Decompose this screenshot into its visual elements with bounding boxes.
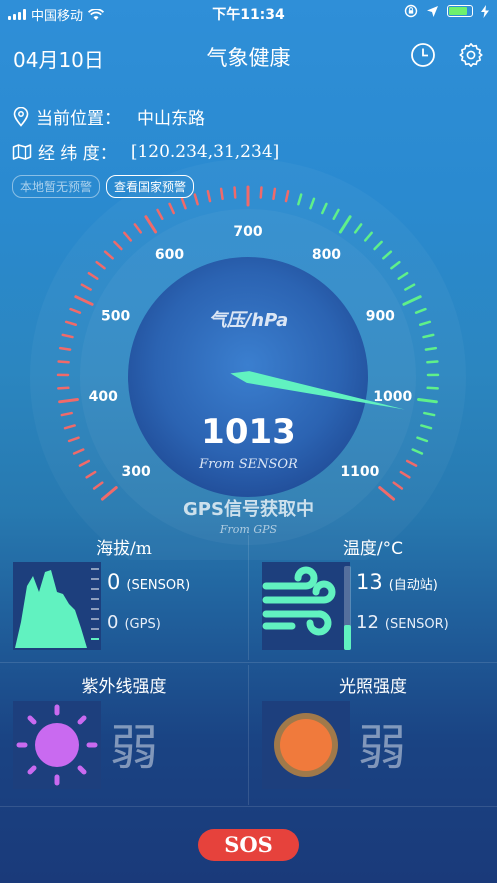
light-orb-icon — [274, 713, 338, 777]
location-label: 当前位置： — [36, 109, 121, 129]
national-warning-button[interactable]: 查看国家预警 — [106, 175, 195, 198]
gauge-tick — [259, 186, 263, 199]
gauge-tick — [57, 360, 70, 364]
history-clock-icon[interactable] — [410, 42, 436, 68]
coordinates-value: [120.234,31,234] — [130, 141, 280, 162]
status-bar: 中国移动 下午11:34 — [0, 0, 497, 26]
altitude-ticks — [91, 568, 101, 648]
light-icon-box — [262, 701, 350, 789]
divider-bottom-h — [0, 806, 497, 807]
temperature-station-label: (自动站) — [388, 578, 438, 593]
charging-icon — [481, 4, 489, 18]
light-title: 光照强度 — [339, 677, 407, 697]
altitude-gps-value: 0 — [107, 612, 119, 633]
rotation-lock-icon — [404, 4, 418, 18]
location-value: 中山东路 — [137, 109, 205, 129]
mountain-icon — [15, 570, 87, 648]
gauge-tick-label: 700 — [233, 224, 262, 240]
gauge-tick — [219, 187, 224, 201]
gauge-tick-label: 1000 — [373, 389, 412, 405]
temperature-sensor-reading: 12 (SENSOR) — [356, 612, 449, 633]
gauge-value: 1013 — [201, 412, 296, 452]
wind-icon — [262, 566, 336, 636]
sun-icon — [16, 704, 98, 786]
altitude-gps-reading: 0 (GPS) — [107, 612, 161, 633]
gauge-tick — [426, 386, 439, 390]
altitude-icon-box — [13, 562, 101, 650]
gauge-source: From SENSOR — [199, 457, 298, 472]
altitude-sensor-label: (SENSOR) — [126, 578, 191, 593]
current-location: 当前位置： 中山东路 — [12, 104, 205, 129]
settings-gear-icon[interactable] — [458, 42, 484, 68]
gauge-tick — [57, 386, 70, 390]
sos-button[interactable]: SOS — [198, 829, 299, 861]
warning-row: 本地暂无预警 查看国家预警 — [12, 175, 195, 198]
battery-icon — [447, 5, 473, 17]
temperature-title: 温度/°C — [342, 539, 404, 559]
temperature-station-reading: 13 (自动站) — [356, 570, 438, 594]
uv-value: 弱 — [110, 720, 159, 776]
uv-title: 紫外线强度 — [81, 677, 167, 697]
gauge-tick-label: 600 — [155, 247, 184, 263]
altitude-sensor-reading: 0 (SENSOR) — [107, 570, 190, 594]
gauge-tick — [272, 187, 277, 201]
temperature-level-bar — [344, 566, 351, 650]
status-right — [404, 4, 489, 18]
map-icon — [12, 143, 32, 160]
gauge-tick-label: 400 — [89, 389, 118, 405]
altitude-gps-label: (GPS) — [124, 617, 161, 632]
gauge-tick — [424, 346, 438, 351]
local-warning-badge: 本地暂无预警 — [12, 175, 101, 198]
gauge-tick — [58, 346, 72, 351]
altitude-sensor-value: 0 — [107, 570, 121, 594]
app-header: 04月10日 气象健康 — [0, 40, 497, 72]
gauge-tick-label: 800 — [312, 247, 341, 263]
gps-status: GPS信号获取中 — [183, 499, 314, 520]
location-arrow-icon — [427, 5, 438, 17]
temperature-sensor-value: 12 — [356, 612, 379, 633]
gauge-tick — [426, 360, 439, 364]
temperature-level-fill — [344, 624, 351, 650]
temperature-station-value: 13 — [356, 570, 383, 594]
altitude-title: 海拔/m — [96, 539, 152, 559]
temperature-icon-box — [262, 562, 350, 650]
temperature-sensor-label: (SENSOR) — [384, 617, 449, 632]
light-value: 弱 — [358, 720, 407, 776]
gauge-unit-label: 气压/hPa — [208, 310, 289, 331]
uv-icon-box — [13, 701, 101, 789]
gauge-tick — [233, 186, 237, 199]
location-pin-icon — [13, 106, 29, 127]
divider-middle — [0, 662, 497, 663]
